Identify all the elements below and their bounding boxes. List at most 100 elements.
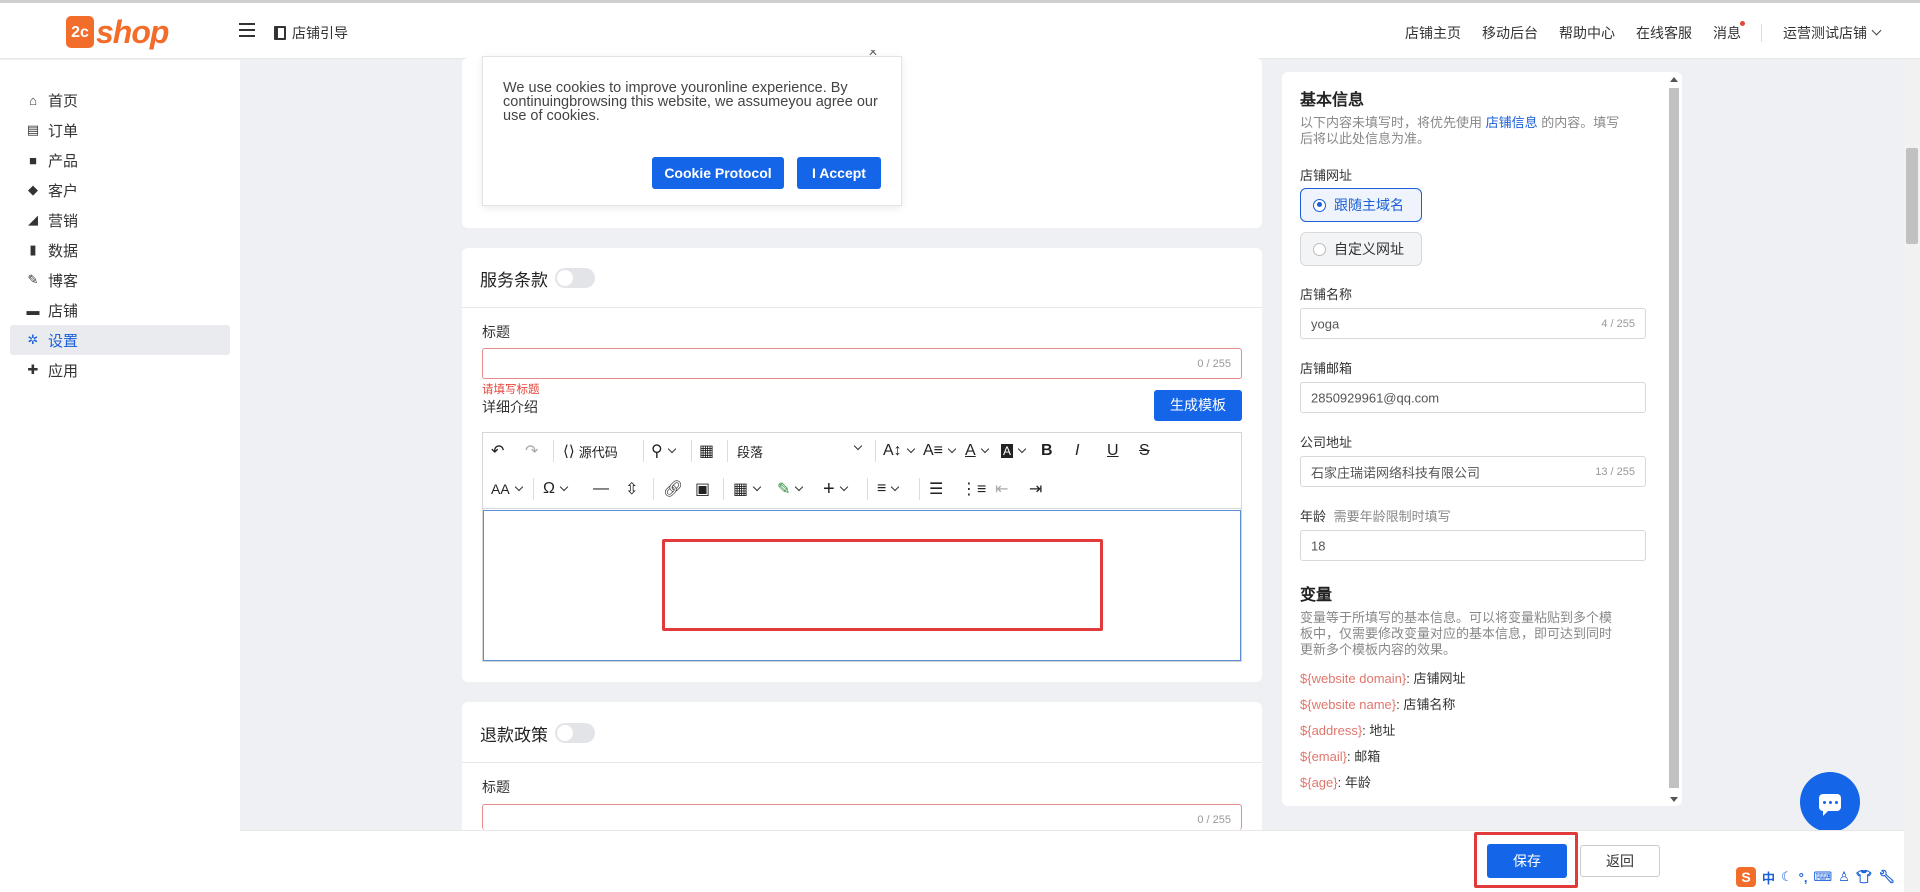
sidebar-item-settings[interactable]: ✲ 设置 — [10, 325, 230, 355]
outdent-icon[interactable]: ⇤ — [995, 475, 1008, 503]
font-family-icon[interactable]: AA — [491, 475, 523, 503]
strikethrough-icon[interactable]: S — [1139, 437, 1150, 465]
terms-title-input[interactable]: 0 / 255 — [482, 348, 1242, 379]
sidebar-item-apps[interactable]: ✚ 应用 — [10, 355, 230, 385]
store-email-label: 店铺邮箱 — [1300, 361, 1353, 376]
numbered-list-icon[interactable]: ⋮≡ — [961, 475, 986, 503]
toolbar-separator — [867, 478, 868, 500]
variable-key[interactable]: ${email} — [1300, 749, 1347, 764]
refund-title-input[interactable]: 0 / 255 — [482, 804, 1242, 830]
scroll-down-icon[interactable] — [1670, 797, 1678, 802]
notification-dot — [1740, 20, 1745, 26]
sogou-logo[interactable]: S — [1736, 867, 1756, 887]
punctuation-icon[interactable]: °, — [1799, 870, 1808, 885]
close-icon[interactable]: ✕ — [868, 50, 882, 58]
moon-icon[interactable]: ☾ — [1781, 869, 1793, 885]
store-switcher[interactable]: 运营测试店铺 — [1783, 23, 1882, 43]
select-all-icon[interactable]: ▦ — [699, 437, 714, 465]
nav-messages-label: 消息 — [1713, 24, 1741, 41]
store-email-input[interactable]: 2850929961@qq.com — [1300, 382, 1646, 413]
radio-icon — [1313, 242, 1326, 256]
page-scrollbar[interactable] — [1904, 60, 1920, 892]
cookie-protocol-button[interactable]: Cookie Protocol — [652, 157, 784, 189]
refund-toggle[interactable] — [555, 723, 595, 743]
scrollbar-thumb[interactable] — [1906, 148, 1918, 244]
variable-key[interactable]: ${website domain} — [1300, 671, 1406, 686]
find-replace-button[interactable]: ⚲ — [651, 437, 676, 465]
sidebar-item-orders[interactable]: ▤ 订单 — [10, 115, 230, 145]
generate-template-button[interactable]: 生成模板 — [1154, 390, 1242, 421]
bullet-list-icon[interactable]: ☰ — [929, 475, 943, 503]
terms-toggle[interactable] — [555, 268, 595, 288]
variables-title: 变量 — [1300, 587, 1333, 604]
paragraph-format-select[interactable]: 段落 — [737, 437, 867, 465]
company-address-input[interactable]: 石家庄瑞诺网络科技有限公司 13 / 255 — [1300, 456, 1646, 487]
nav-help-center[interactable]: 帮助中心 — [1559, 23, 1615, 43]
background-color-icon[interactable]: A — [1001, 437, 1027, 465]
store-name-input[interactable]: yoga 4 / 255 — [1300, 308, 1646, 339]
user-icon[interactable]: ♙ — [1838, 869, 1850, 885]
url-option-label: 自定义网址 — [1334, 241, 1404, 257]
back-button[interactable]: 返回 — [1580, 845, 1660, 877]
nav-online-support[interactable]: 在线客服 — [1636, 23, 1692, 43]
scrollbar-thumb[interactable] — [1669, 88, 1679, 788]
line-height-icon[interactable]: A≡ — [923, 437, 957, 465]
highlighter-icon[interactable]: ✎ — [777, 475, 804, 503]
chat-button[interactable] — [1800, 772, 1860, 832]
sidebar-item-marketing[interactable]: ◢ 营销 — [10, 205, 230, 235]
undo-icon[interactable]: ↶ — [491, 437, 504, 465]
bold-icon[interactable]: B — [1041, 437, 1053, 465]
input-value: yoga — [1311, 316, 1340, 331]
age-input[interactable]: 18 — [1300, 530, 1646, 561]
accept-cookies-button[interactable]: I Accept — [797, 157, 881, 189]
nav-messages[interactable]: 消息 — [1713, 20, 1745, 43]
page-break-icon[interactable]: ⇳ — [625, 475, 638, 503]
shirt-icon[interactable]: 👕︎ — [1856, 869, 1873, 885]
wrench-icon[interactable]: 🔧︎ — [1878, 869, 1895, 885]
scroll-up-icon[interactable] — [1670, 77, 1678, 82]
source-code-button[interactable]: ⟨⟩ 源代码 — [563, 437, 618, 465]
book-icon — [274, 26, 286, 40]
link-icon[interactable]: 🔗︎ — [663, 475, 683, 503]
redo-icon[interactable]: ↷ — [525, 437, 538, 465]
sidebar-item-data[interactable]: ▮ 数据 — [10, 235, 230, 265]
url-option-custom[interactable]: 自定义网址 — [1300, 232, 1422, 266]
insert-plus-icon[interactable]: + — [823, 475, 848, 503]
nav-mobile-admin[interactable]: 移动后台 — [1482, 23, 1538, 43]
horizontal-rule-icon[interactable]: — — [593, 475, 609, 503]
store-info-link[interactable]: 店铺信息 — [1486, 115, 1538, 130]
store-guide-link[interactable]: 店铺引导 — [274, 23, 348, 43]
variables-desc: 变量等于所填写的基本信息。可以将变量粘贴到多个模 板中，仅需要修改变量对应的基本信… — [1300, 610, 1650, 658]
sidebar: ⌂ 首页 ▤ 订单 ■ 产品 ◆ 客户 ◢ 营销 ▮ 数据 ✎ 博客 ▬ 店铺 ✲ 设置 ✚ 应用 — [0, 60, 240, 892]
variable-key[interactable]: ${website name} — [1300, 697, 1396, 712]
ime-mode-label[interactable]: 中 — [1762, 868, 1775, 887]
font-color-icon[interactable]: A — [965, 437, 989, 465]
nav-store-home[interactable]: 店铺主页 — [1405, 23, 1461, 43]
clipboard-icon: ▤ — [26, 122, 40, 137]
toolbar-separator — [643, 440, 644, 462]
variable-key[interactable]: ${age} — [1300, 775, 1338, 790]
menu-toggle-icon[interactable] — [239, 23, 255, 39]
sidebar-item-customers[interactable]: ◆ 客户 — [10, 175, 230, 205]
logo[interactable]: 2c shop — [66, 12, 176, 52]
url-option-main-domain[interactable]: 跟随主域名 — [1300, 188, 1422, 222]
special-char-icon[interactable]: Ω — [543, 475, 569, 503]
italic-icon[interactable]: I — [1075, 437, 1079, 465]
sidebar-item-products[interactable]: ■ 产品 — [10, 145, 230, 175]
underline-icon[interactable]: U — [1107, 437, 1119, 465]
image-icon[interactable]: ▣ — [695, 475, 710, 503]
table-icon[interactable]: ▦ — [733, 475, 762, 503]
divider — [462, 307, 1262, 308]
chevron-down-icon — [1871, 25, 1882, 36]
sidebar-item-store[interactable]: ▬ 店铺 — [10, 295, 230, 325]
sidebar-item-home[interactable]: ⌂ 首页 — [10, 85, 230, 115]
logo-word: shop — [96, 14, 169, 50]
panel-scrollbar[interactable] — [1666, 72, 1680, 804]
align-left-icon[interactable]: ≡ — [877, 475, 900, 503]
variable-key[interactable]: ${address} — [1300, 723, 1362, 738]
sidebar-item-blog[interactable]: ✎ 博客 — [10, 265, 230, 295]
font-size-icon[interactable]: A↕ — [883, 437, 915, 465]
indent-icon[interactable]: ⇥ — [1029, 475, 1042, 503]
keyboard-icon[interactable]: ⌨ — [1813, 869, 1832, 885]
sidebar-item-label: 首页 — [48, 92, 79, 110]
